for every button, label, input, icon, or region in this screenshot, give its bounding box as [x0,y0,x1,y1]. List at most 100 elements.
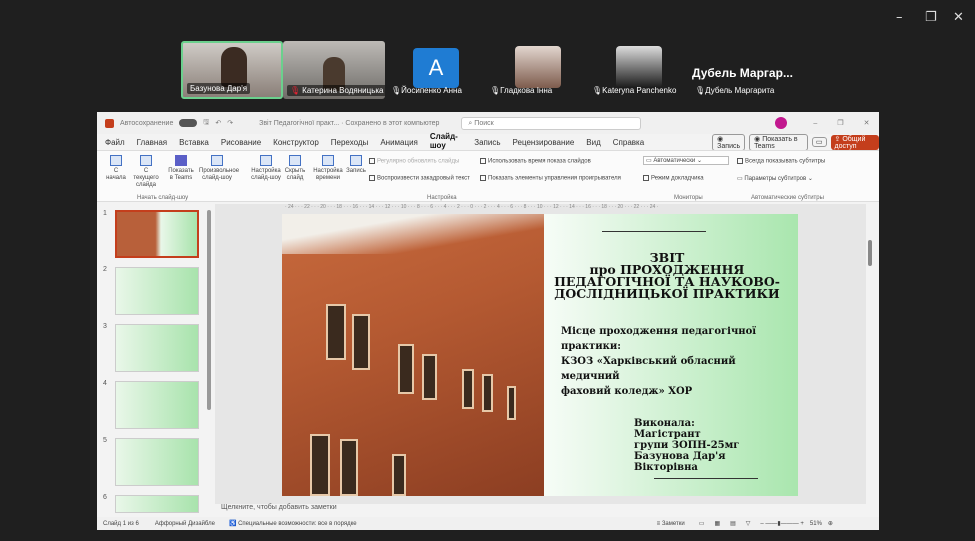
accessibility-icon: ♿ [228,521,237,527]
thumbnail-scrollbar[interactable] [207,210,211,410]
slideshow-view-icon[interactable]: ▽ [746,520,751,527]
participant-name: 🎙 Катерина Водяницька [287,85,385,96]
horizontal-ruler: · 24 · · · 22 · · · 20 · · · 18 · · · 16… [285,204,659,210]
share-button[interactable]: ⇪ Общий доступ [830,134,879,150]
minimize-icon[interactable]: – [813,120,817,127]
hide-slide-button[interactable]: Скрыть слайд [283,155,307,182]
use-timings-checkbox[interactable]: Использовать время показа слайдов [480,158,591,165]
tab-home[interactable]: Главная [137,138,167,147]
mic-muted-icon: 🎙 [391,86,402,95]
rehearse-button[interactable]: Настройка времени [312,155,344,182]
record-button[interactable]: ◉ Запись [712,133,746,151]
autosave-toggle[interactable] [179,119,198,127]
tab-design[interactable]: Конструктор [273,138,319,147]
editor-scrollbar[interactable] [866,204,874,504]
minimize-icon[interactable]: – [896,10,903,25]
close-icon[interactable]: ✕ [864,119,870,127]
custom-show-icon [211,155,223,166]
play-icon [140,155,152,166]
account-avatar[interactable] [775,117,788,129]
slide-thumbnail[interactable] [115,210,199,258]
autosave-label: Автосохранение [120,119,174,127]
normal-view-icon[interactable]: ▭ [699,520,705,527]
slide-number: 4 [103,380,107,387]
zoom-level[interactable]: 51% [810,521,822,527]
participant-tile[interactable]: 🎙 Катерина Водяницька [283,41,385,99]
mic-muted-icon: 🎙 [695,86,706,95]
slide-thumbnail[interactable] [115,324,199,372]
fit-slide-icon[interactable]: ⊕ [828,520,833,527]
redo-icon[interactable]: ↷ [227,119,233,127]
timer-icon [322,155,334,166]
update-slides-checkbox[interactable]: Регулярно обновлять слайды [369,158,459,165]
custom-show-button[interactable]: Произвольное слайд-шоу [199,155,239,182]
notes-button[interactable]: ≡ Заметки [657,521,685,527]
subtitle-settings-button[interactable]: ▭ Параметры субтитров ⌄ [737,175,813,182]
slide-sorter-icon[interactable]: ▦ [714,520,720,527]
slide-thumbnail[interactable] [115,381,199,429]
slide-canvas[interactable]: ЗВІТ про ПРОХОДЖЕННЯ ПЕДАГОГІЧНОЇ ТА НАУ… [282,214,798,496]
search-input[interactable]: ⌕ Поиск [461,116,642,130]
slide-number: 5 [103,437,107,444]
show-in-teams-button[interactable]: ◉ Показать в Teams [749,133,808,151]
decorative-line [654,478,758,479]
reading-view-icon[interactable]: ▤ [730,520,736,527]
tab-help[interactable]: Справка [613,138,644,147]
zoom-slider[interactable]: – ——▮——— + [760,520,803,527]
restore-icon[interactable]: ❐ [925,10,937,25]
tab-draw[interactable]: Рисование [221,138,261,147]
slide-internship-place[interactable]: Місце проходження педагогічної практики:… [561,324,791,399]
tab-slideshow[interactable]: Слайд-шоу [429,132,463,152]
mic-muted-icon: 🎙 [490,86,501,95]
show-media-checkbox[interactable]: Показать элементы управления проигрывате… [480,175,621,182]
save-icon[interactable]: 🖫 [203,118,209,129]
setup-show-button[interactable]: Настройка слайд-шоу [250,155,282,182]
tab-view[interactable]: Вид [586,138,600,147]
mic-muted-icon: 🎙 [290,86,301,95]
show-in-teams-ribbon-button[interactable]: Показать в Teams [167,155,195,182]
participant-name: Базунова Дар'я [187,83,251,94]
teams-meeting-window: – ❐ ✕ Базунова Дар'я 🎙 Катерина Водяницьк… [0,0,975,541]
accessibility-status[interactable]: ♿ Специальные возможности: все в порядке [229,520,357,527]
avatar [221,47,247,87]
monitor-select[interactable]: ▭ Автоматически ⌄ [643,156,729,165]
ribbon-tabs: Файл Главная Вставка Рисование Конструкт… [97,132,879,152]
slide-number: 3 [103,323,107,330]
avatar [515,46,561,88]
slide-thumbnail[interactable] [115,438,199,486]
participant-tile[interactable]: Базунова Дар'я [181,41,283,99]
notes-pane[interactable]: Щелкните, чтобы добавить заметки [215,504,871,515]
presenter-view-checkbox[interactable]: Режим докладчика [643,175,704,182]
from-current-button[interactable]: С текущего слайда [131,155,161,189]
participant-name: 🎙Гладкова Інна [490,86,553,95]
slide-title[interactable]: ЗВІТ про ПРОХОДЖЕННЯ ПЕДАГОГІЧНОЇ ТА НАУ… [547,251,787,300]
slide-thumbnail[interactable] [115,495,199,513]
comments-icon[interactable]: ▭ [811,137,827,147]
featured-participant-name: Дубель Маргар... [692,66,793,80]
from-start-button[interactable]: С начала [105,155,127,182]
tab-animations[interactable]: Анимация [380,138,418,147]
slide-number: 2 [103,266,107,273]
tab-transitions[interactable]: Переходы [331,138,369,147]
slide-author[interactable]: Виконала: Магістрант групи ЗОПН-25мг Баз… [634,418,784,473]
always-subtitles-checkbox[interactable]: Всегда показывать субтитры [737,158,825,165]
close-icon[interactable]: ✕ [953,10,964,25]
tab-insert[interactable]: Вставка [179,138,209,147]
participant-name: 🎙Дубель Маргарита [695,86,775,95]
play-narration-checkbox[interactable]: Воспроизвести закадровый текст [369,175,470,182]
powerpoint-logo-icon [105,118,114,128]
participant-name: 🎙Йосипенко Анна [391,86,462,95]
slide-thumbnail[interactable] [115,267,199,315]
group-label: Мониторы [674,195,703,201]
powerpoint-window: Автосохранение 🖫 ↶ ↷ Звіт Педагогічної п… [97,112,879,530]
restore-icon[interactable]: ❐ [837,119,843,127]
document-title[interactable]: Звіт Педагогічної практ... · Сохранено в… [259,120,439,127]
ribbon: С начала С текущего слайда Показать в Te… [97,150,879,202]
participant-name: 🎙Kateryna Panchenko [592,86,677,95]
record-ribbon-button[interactable]: Запись [345,155,367,175]
undo-icon[interactable]: ↶ [215,119,221,127]
tab-file[interactable]: Файл [105,138,125,147]
tab-review[interactable]: Рецензирование [513,138,575,147]
tab-record[interactable]: Запись [474,138,500,147]
slide-counter: Слайд 1 из 6 [103,520,139,527]
